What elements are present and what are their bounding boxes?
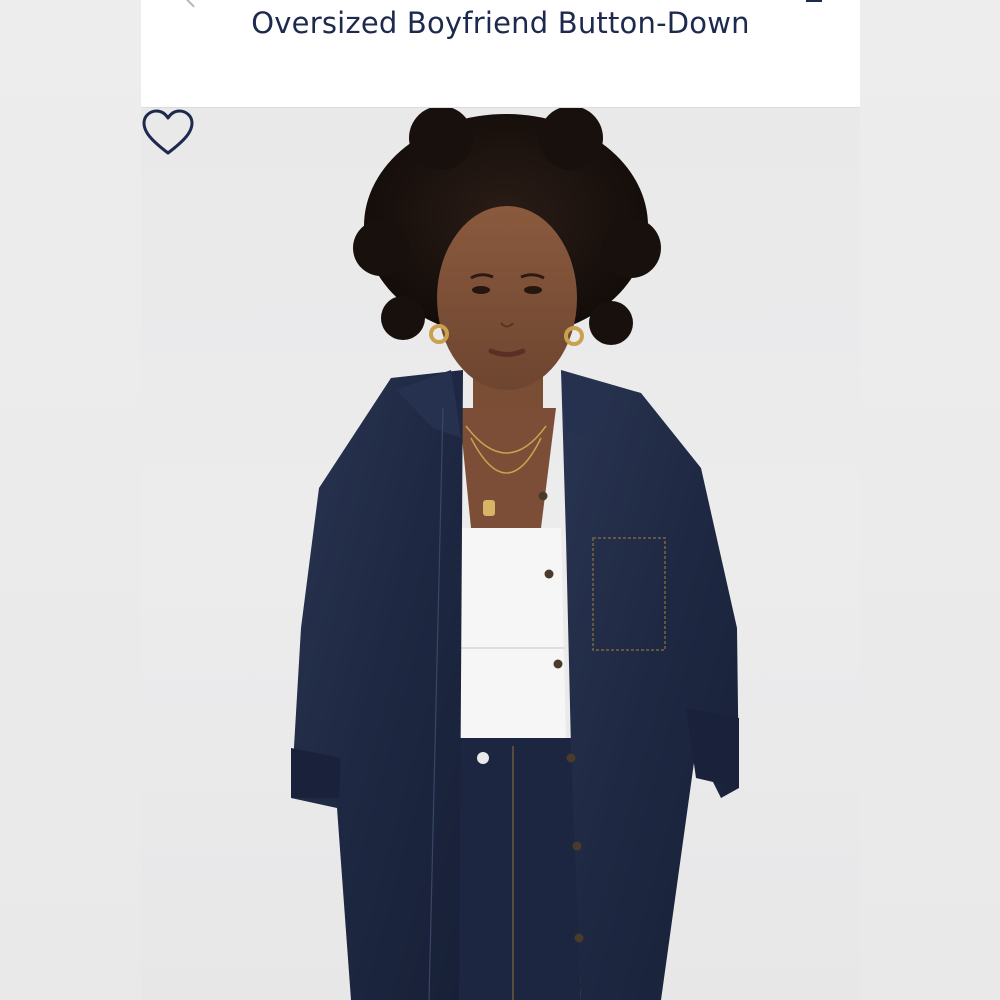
- left-backdrop: [0, 0, 141, 1000]
- heart-outline-icon[interactable]: [141, 108, 195, 158]
- product-header: Oversized Boyfriend Button-Down: [141, 0, 860, 108]
- denim-shirt-right: [561, 370, 739, 1000]
- denim-shirt-left: [291, 370, 463, 1000]
- page: Oversized Boyfriend Button-Down: [0, 0, 1000, 1000]
- product-image[interactable]: [141, 108, 860, 1000]
- product-title: Oversized Boyfriend Button-Down: [251, 6, 750, 40]
- face: [437, 206, 577, 390]
- white-top: [459, 528, 566, 740]
- product-screen: Oversized Boyfriend Button-Down: [141, 0, 860, 1000]
- right-backdrop: [860, 0, 1000, 1000]
- menu-icon[interactable]: [806, 0, 822, 2]
- model-illustration: [291, 108, 739, 1000]
